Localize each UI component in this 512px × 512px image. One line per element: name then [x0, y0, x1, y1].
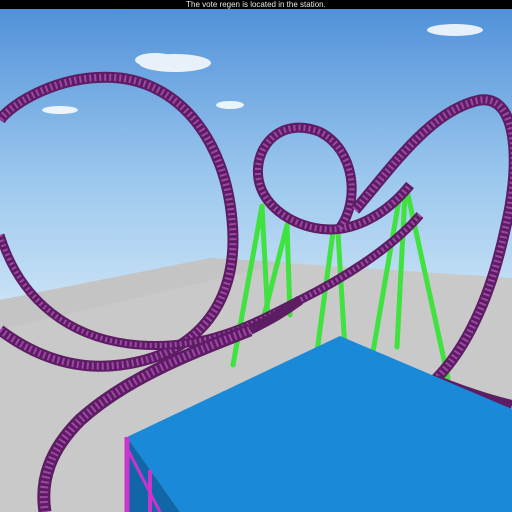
hud-message: The vote regen is located in the station… — [0, 0, 512, 9]
sky — [0, 0, 512, 300]
game-viewport[interactable]: The vote regen is located in the station… — [0, 0, 512, 512]
game-scene[interactable] — [0, 0, 512, 512]
